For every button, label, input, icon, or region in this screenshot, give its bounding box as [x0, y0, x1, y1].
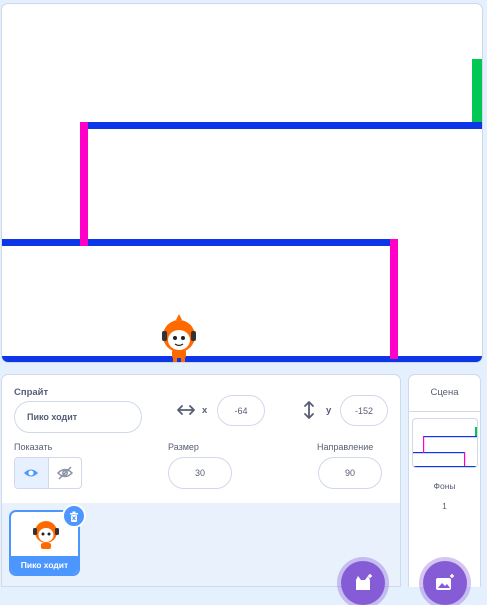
sprite-label: Спрайт [14, 387, 49, 398]
y-label: y [326, 405, 332, 416]
platform-top [80, 122, 482, 129]
x-label: x [202, 405, 208, 416]
backdrop-preview [413, 427, 477, 467]
goal-block [472, 59, 482, 122]
show-label: Показать [14, 442, 53, 452]
platform-middle [2, 239, 398, 246]
stage-graphics [2, 59, 482, 363]
pico-sprite[interactable] [162, 314, 196, 363]
y-input[interactable]: -152 [340, 395, 388, 426]
delete-sprite-button[interactable] [62, 504, 86, 528]
sprite-tile-label: Пико ходит [11, 556, 78, 574]
eye-hidden-icon [56, 466, 73, 480]
size-label: Размер [168, 442, 199, 452]
hide-button[interactable] [49, 458, 82, 488]
eye-icon [24, 469, 39, 477]
wall-left [80, 122, 88, 246]
x-input[interactable]: -64 [217, 395, 265, 426]
show-button[interactable] [15, 458, 49, 488]
sprite-thumbnail [33, 521, 59, 549]
y-arrows-icon [304, 401, 314, 419]
stage-canvas[interactable] [1, 3, 483, 363]
scene-title: Сцена [408, 374, 481, 412]
backdrops-count: 1 [442, 501, 447, 511]
backdrop-thumbnail[interactable] [412, 418, 478, 468]
trash-icon [70, 511, 78, 522]
backdrops-label: Фоны [433, 481, 456, 491]
add-backdrop-button[interactable] [423, 561, 467, 605]
cat-add-icon [356, 574, 372, 590]
platform-floor [2, 356, 482, 362]
add-sprite-button[interactable] [341, 561, 385, 605]
image-add-icon [436, 574, 454, 590]
direction-label: Направление [317, 442, 374, 452]
x-arrows-icon [177, 405, 195, 415]
size-input[interactable]: 30 [168, 457, 232, 489]
wall-right [390, 239, 398, 359]
visibility-toggle [14, 457, 82, 489]
sprite-name-input[interactable]: Пико ходит [14, 401, 142, 433]
direction-input[interactable]: 90 [318, 457, 382, 489]
